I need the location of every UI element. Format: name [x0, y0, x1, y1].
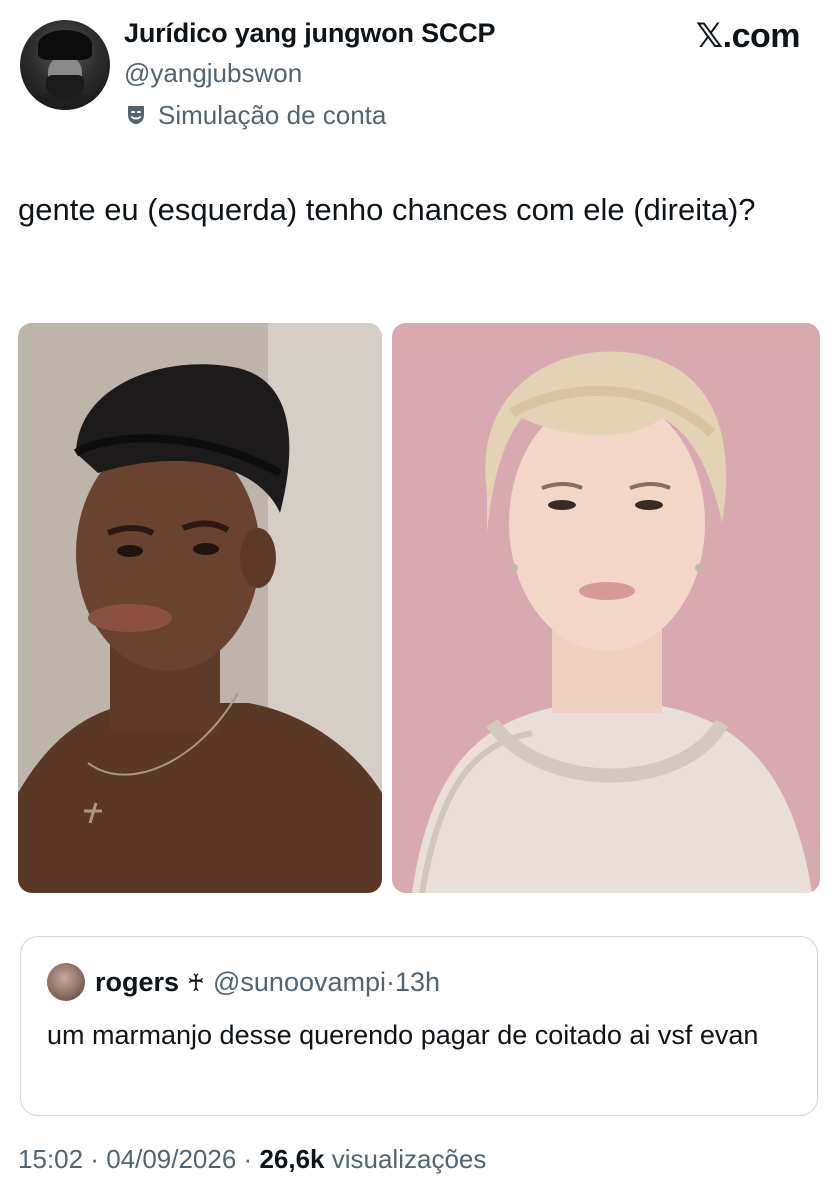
quoted-time[interactable]: 13h — [395, 967, 440, 998]
quoted-name-symbol: ♰ — [187, 970, 205, 997]
meta-separator: · — [83, 1144, 107, 1174]
tweet-text: gente eu (esquerda) tenho chances com el… — [18, 192, 756, 227]
quoted-text: um marmanjo desse querendo pagar de coit… — [47, 1020, 759, 1050]
author-avatar[interactable] — [20, 20, 110, 110]
theater-mask-icon — [128, 106, 144, 124]
quoted-handle[interactable]: @sunoovampi — [213, 967, 386, 998]
account-label: Simulação de conta — [124, 98, 386, 132]
tweet-time[interactable]: 15:02 — [18, 1144, 83, 1174]
quoted-separator: · — [386, 967, 395, 997]
tweet-date[interactable]: 04/09/2026 — [106, 1144, 236, 1174]
quoted-header: rogers ♰ @sunoovampi · 13h — [95, 967, 440, 998]
author-handle[interactable]: @yangjubswon — [124, 58, 302, 89]
meta-separator: · — [236, 1144, 260, 1174]
avatar-hat — [38, 30, 92, 60]
quoted-name[interactable]: rogers — [95, 967, 179, 998]
photo-right[interactable] — [392, 323, 820, 893]
views-count[interactable]: 26,6k — [259, 1144, 324, 1174]
x-logo: 𝕏.com — [695, 17, 801, 55]
photo-left[interactable] — [18, 323, 382, 893]
account-label-text: Simulação de conta — [158, 99, 387, 130]
avatar-mask — [46, 75, 84, 97]
photo-right-illustration — [392, 323, 820, 893]
quoted-tweet[interactable]: rogers ♰ @sunoovampi · 13h um marmanjo d… — [20, 936, 818, 1116]
author-name[interactable]: Jurídico yang jungwon SCCP — [124, 18, 496, 49]
tweet-meta: 15:02 · 04/09/2026 · 26,6k visualizações — [18, 1144, 486, 1175]
photo-left-illustration — [18, 323, 382, 893]
views-label: visualizações — [324, 1144, 487, 1174]
quoted-avatar[interactable] — [47, 963, 85, 1001]
